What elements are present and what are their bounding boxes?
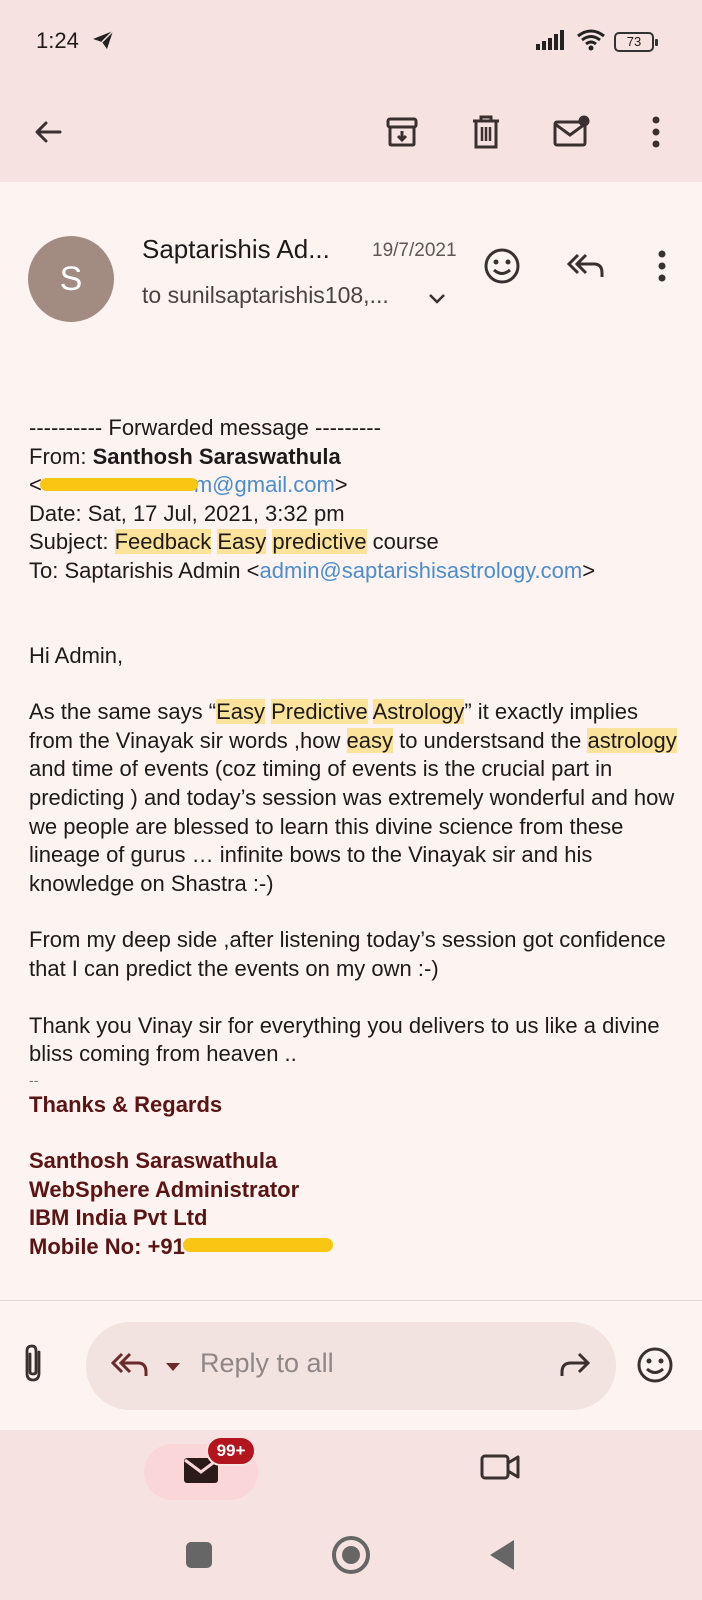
paragraph-1: As the same says “Easy Predictive Astrol… xyxy=(29,699,677,896)
forward-icon[interactable] xyxy=(558,1350,591,1385)
subject-line: Subject: Feedback Easy predictive course xyxy=(29,529,439,555)
recents-icon[interactable] xyxy=(186,1542,212,1568)
reply-all-icon[interactable] xyxy=(110,1350,150,1385)
signature-title: WebSphere Administrator xyxy=(29,1176,300,1202)
wifi-icon xyxy=(576,28,606,57)
emoji-icon[interactable] xyxy=(636,1346,674,1389)
signal-icon xyxy=(536,30,566,55)
dropdown-icon[interactable] xyxy=(164,1360,182,1378)
divider xyxy=(0,1300,702,1301)
avatar[interactable]: S xyxy=(28,236,114,322)
signature-separator: -- xyxy=(29,1071,39,1088)
forward-header: ---------- Forwarded message --------- xyxy=(29,415,381,440)
redaction-mark xyxy=(39,477,198,491)
to-email-link[interactable]: admin@saptarishisastrology.com xyxy=(260,558,583,583)
more-vert-icon[interactable] xyxy=(638,242,686,290)
reply-placeholder: Reply to all xyxy=(200,1348,334,1378)
recipients[interactable]: to sunilsaptarishis108,... xyxy=(142,282,389,309)
home-icon[interactable] xyxy=(332,1536,370,1574)
email-date: 19/7/2021 xyxy=(372,240,457,261)
from-line: From: Santhosh Saraswathula xyxy=(29,443,341,469)
archive-icon[interactable] xyxy=(378,108,426,156)
telegram-icon xyxy=(92,30,114,55)
status-bar: 1:24 73 xyxy=(0,0,702,84)
paragraph-3: Thank you Vinay sir for everything you d… xyxy=(29,1012,660,1067)
to-line: To: Saptarishis Admin <admin@saptarishis… xyxy=(29,557,596,583)
back-icon[interactable] xyxy=(490,1540,514,1570)
signature-thanks: Thanks & Regards xyxy=(29,1091,223,1117)
sender-name[interactable]: Saptarishis Ad... xyxy=(142,234,330,265)
from-email-link[interactable]: m@gmail.com xyxy=(194,472,335,497)
reply-bar: Reply to all xyxy=(0,1300,702,1430)
bottom-nav: 99+ xyxy=(0,1430,702,1520)
from-name: Santhosh Saraswathula xyxy=(92,443,341,469)
attach-icon[interactable] xyxy=(22,1342,44,1389)
from-email-line: < m@gmail.com> xyxy=(29,472,348,498)
system-nav xyxy=(0,1520,702,1600)
unread-badge: 99+ xyxy=(206,1436,256,1466)
mark-unread-icon[interactable] xyxy=(548,108,596,156)
delete-icon[interactable] xyxy=(462,108,510,156)
back-arrow-icon[interactable] xyxy=(24,108,72,156)
email-header: S Saptarishis Ad... 19/7/2021 to sunilsa… xyxy=(0,200,702,330)
email-body: ---------- Forwarded message --------- F… xyxy=(29,414,679,1262)
status-time: 1:24 xyxy=(36,28,79,53)
video-icon[interactable] xyxy=(478,1450,522,1489)
signature-name: Santhosh Saraswathula xyxy=(29,1148,278,1174)
signature-company: IBM India Pvt Ltd xyxy=(29,1205,208,1231)
signature-mobile: Mobile No: +91 xyxy=(29,1233,679,1262)
reply-all-icon[interactable] xyxy=(562,242,610,290)
redaction-mark xyxy=(182,1238,333,1253)
greeting: Hi Admin, xyxy=(29,642,124,668)
chevron-down-icon[interactable] xyxy=(428,292,446,310)
paragraph-2: From my deep side ,after listening today… xyxy=(29,927,666,981)
reply-input[interactable]: Reply to all xyxy=(86,1322,616,1410)
battery-indicator: 73 xyxy=(614,32,658,52)
add-reaction-icon[interactable] xyxy=(478,242,526,290)
date-line: Date: Sat, 17 Jul, 2021, 3:32 pm xyxy=(29,500,345,526)
top-toolbar xyxy=(0,84,702,182)
more-vert-icon[interactable] xyxy=(632,108,680,156)
